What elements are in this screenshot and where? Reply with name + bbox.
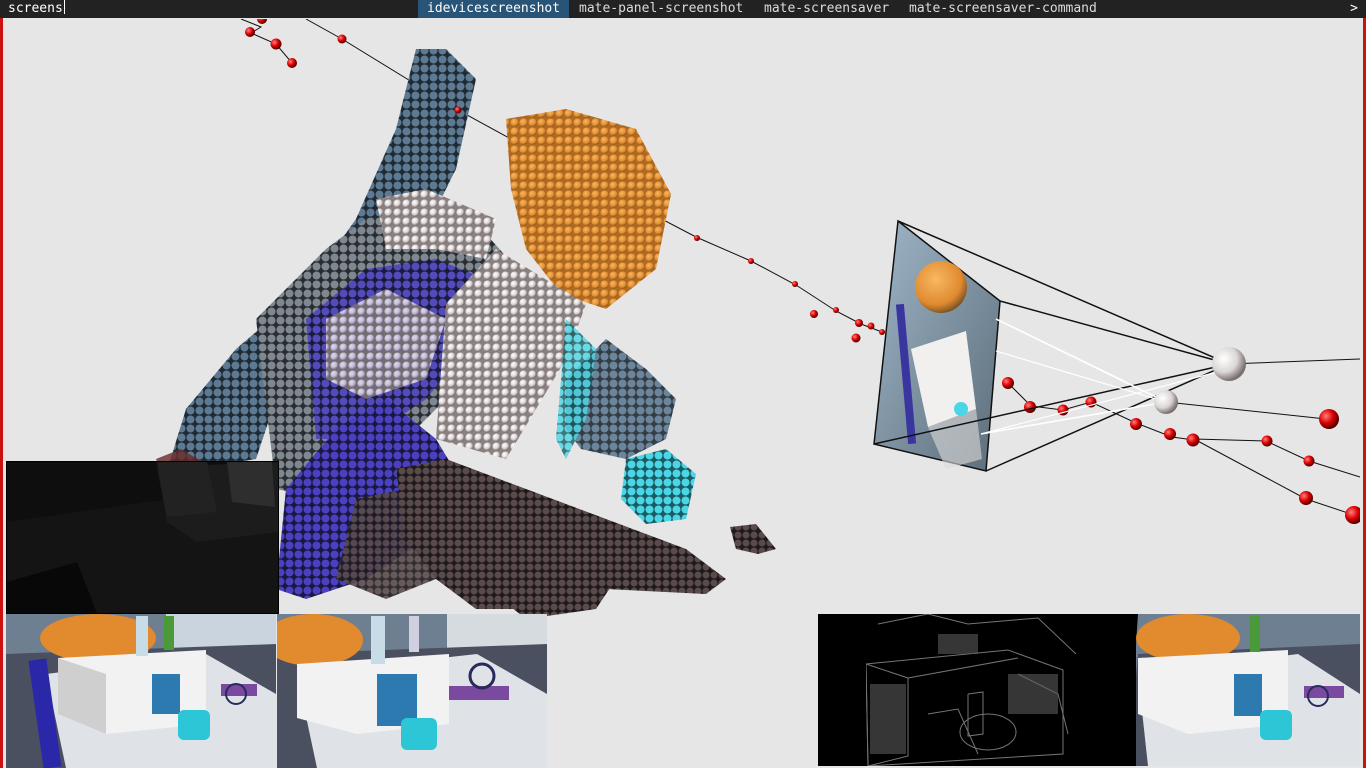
depth-view — [6, 461, 279, 614]
rgb-view-aligned — [1078, 614, 1360, 766]
launcher-suggestion-mate-screensaver-command[interactable]: mate-screensaver-command — [900, 0, 1106, 18]
launcher-suggestion-mate-panel-screenshot[interactable]: mate-panel-screenshot — [570, 0, 752, 18]
launcher-input[interactable]: screens — [8, 0, 65, 18]
rgb-view-right — [277, 614, 547, 768]
launcher-query: screens — [8, 1, 63, 16]
launcher-bar: screens idevicescreenshot mate-panel-scr… — [0, 0, 1366, 18]
gradient-view — [818, 614, 1078, 766]
launcher-suggestion-idevicescreenshot[interactable]: idevicescreenshot — [418, 0, 570, 18]
launcher-suggestion-mate-screensaver[interactable]: mate-screensaver — [755, 0, 898, 18]
rgb-view-left — [6, 614, 276, 768]
camera-frustum — [873, 219, 1246, 472]
launcher-more-indicator[interactable]: > — [1350, 0, 1358, 18]
text-caret — [63, 0, 65, 14]
